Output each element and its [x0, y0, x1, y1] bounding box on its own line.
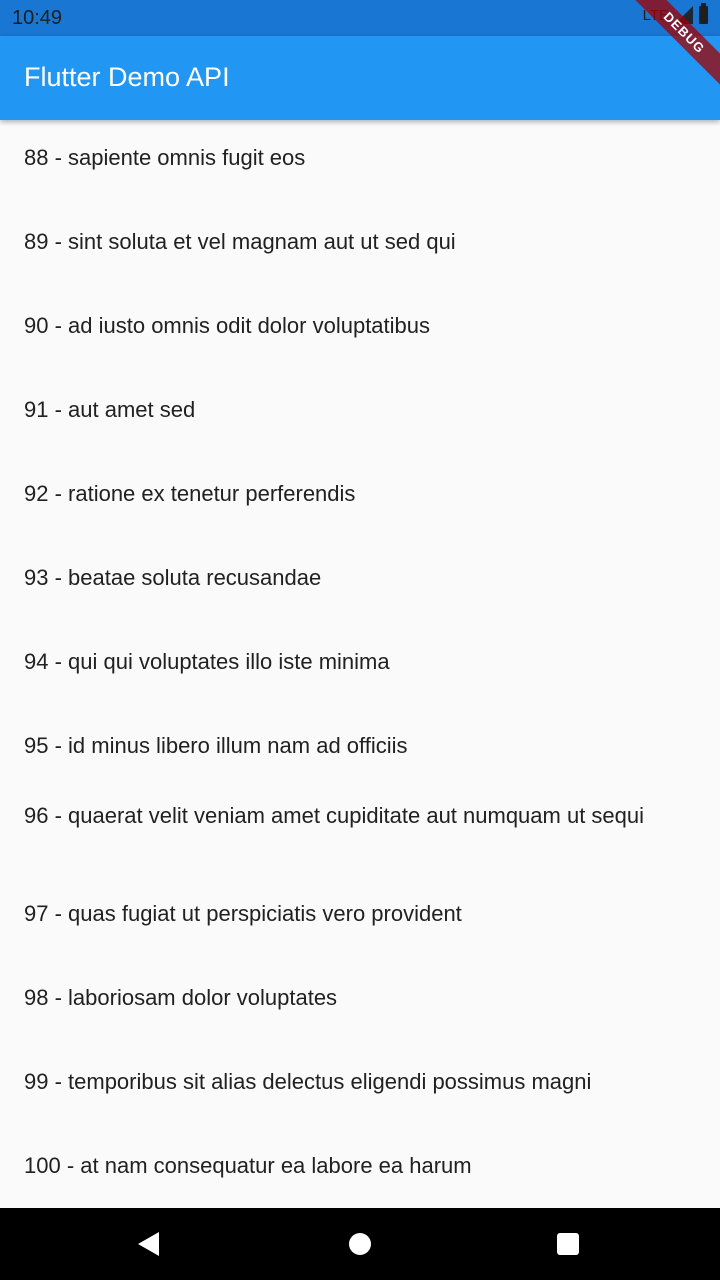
app-bar: Flutter Demo API: [0, 36, 720, 120]
list-item[interactable]: 95 - id minus libero illum nam ad offici…: [24, 731, 674, 760]
status-indicators: LTE: [642, 3, 708, 24]
list-item[interactable]: 100 - at nam consequatur ea labore ea ha…: [24, 1151, 674, 1180]
home-icon[interactable]: [349, 1233, 371, 1255]
list-item[interactable]: 99 - temporibus sit alias delectus elige…: [24, 1067, 674, 1096]
list-item[interactable]: 92 - ratione ex tenetur perferendis: [24, 479, 674, 508]
list-item[interactable]: 94 - qui qui voluptates illo iste minima: [24, 647, 674, 676]
signal-icon: [675, 6, 693, 24]
navigation-bar: [0, 1208, 720, 1280]
battery-icon: [699, 3, 708, 24]
back-icon[interactable]: [138, 1232, 159, 1256]
list-item[interactable]: 96 - quaerat velit veniam amet cupiditat…: [24, 801, 674, 830]
item-list[interactable]: 88 - sapiente omnis fugit eos 89 - sint …: [0, 120, 720, 1208]
app-title: Flutter Demo API: [24, 62, 230, 92]
list-item[interactable]: 93 - beatae soluta recusandae: [24, 563, 674, 592]
screen: 10:49 LTE Flutter Demo API DEBUG 88 - sa…: [0, 0, 720, 1280]
list-item[interactable]: 88 - sapiente omnis fugit eos: [24, 143, 674, 172]
list-item[interactable]: 97 - quas fugiat ut perspiciatis vero pr…: [24, 899, 674, 928]
network-type: LTE: [642, 6, 669, 24]
list-item[interactable]: 98 - laboriosam dolor voluptates: [24, 983, 674, 1012]
status-bar: 10:49 LTE: [0, 0, 720, 36]
list-item[interactable]: 89 - sint soluta et vel magnam aut ut se…: [24, 227, 674, 256]
recents-icon[interactable]: [557, 1233, 579, 1255]
status-time: 10:49: [12, 7, 63, 29]
list-item[interactable]: 91 - aut amet sed: [24, 395, 674, 424]
list-item[interactable]: 90 - ad iusto omnis odit dolor voluptati…: [24, 311, 674, 340]
